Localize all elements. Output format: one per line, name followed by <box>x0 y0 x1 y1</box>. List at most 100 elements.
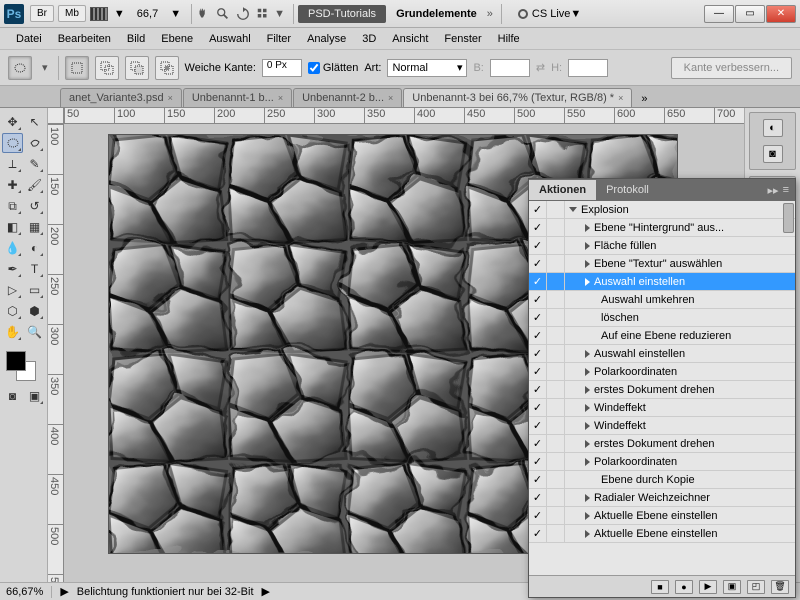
document-tab-3[interactable]: Unbenannt-3 bei 66,7% (Textur, RGB/8) *× <box>403 88 632 107</box>
lasso-tool[interactable] <box>24 133 45 153</box>
actions-list[interactable]: ✓Explosion✓Ebene "Hintergrund" aus...✓Fl… <box>529 201 795 575</box>
ruler-horizontal[interactable]: 5010015020025030035040045050055060065070… <box>64 108 744 124</box>
action-row[interactable]: ✓Fläche füllen <box>529 237 795 255</box>
action-toggle-checkbox[interactable]: ✓ <box>529 363 547 380</box>
action-dialog-toggle[interactable] <box>547 525 565 542</box>
brush-tool[interactable]: 🖌 <box>24 175 45 195</box>
action-row[interactable]: ✓Auswahl umkehren <box>529 291 795 309</box>
layout-chevron[interactable]: ▼ <box>108 8 131 20</box>
eyedropper-tool[interactable]: ✎ <box>24 154 45 174</box>
minimize-button[interactable]: — <box>704 5 734 23</box>
menu-bearbeiten[interactable]: Bearbeiten <box>50 30 119 48</box>
bridge-button[interactable]: Br <box>30 5 54 22</box>
tab-protokoll[interactable]: Protokoll <box>596 180 659 200</box>
action-toggle-checkbox[interactable]: ✓ <box>529 417 547 434</box>
selection-subtract-icon[interactable] <box>125 56 149 80</box>
action-toggle-checkbox[interactable]: ✓ <box>529 201 547 218</box>
selection-new-icon[interactable] <box>65 56 89 80</box>
action-dialog-toggle[interactable] <box>547 471 565 488</box>
color-swatches[interactable] <box>2 349 42 385</box>
action-dialog-toggle[interactable] <box>547 291 565 308</box>
3d-tool[interactable]: ⬡ <box>2 301 23 321</box>
action-toggle-checkbox[interactable]: ✓ <box>529 237 547 254</box>
zoom-tool[interactable]: 🔍 <box>24 322 45 342</box>
action-dialog-toggle[interactable] <box>547 381 565 398</box>
selection-intersect-icon[interactable] <box>155 56 179 80</box>
action-row[interactable]: ✓Ebene "Textur" auswählen <box>529 255 795 273</box>
eraser-tool[interactable]: ◧ <box>2 217 23 237</box>
action-toggle-checkbox[interactable]: ✓ <box>529 327 547 344</box>
tabs-overflow-icon[interactable]: » <box>637 91 651 107</box>
new-action-button[interactable]: ◰ <box>747 580 765 594</box>
action-toggle-checkbox[interactable]: ✓ <box>529 489 547 506</box>
action-row[interactable]: ✓erstes Dokument drehen <box>529 435 795 453</box>
action-row[interactable]: ✓löschen <box>529 309 795 327</box>
action-row[interactable]: ✓Aktuelle Ebene einstellen <box>529 507 795 525</box>
shape-tool[interactable]: ▭ <box>24 280 45 300</box>
action-toggle-checkbox[interactable]: ✓ <box>529 219 547 236</box>
move-arrow-tool[interactable]: ↖ <box>24 112 45 132</box>
menu-auswahl[interactable]: Auswahl <box>201 30 259 48</box>
action-row[interactable]: ✓Radialer Weichzeichner <box>529 489 795 507</box>
tab-aktionen[interactable]: Aktionen <box>529 180 596 200</box>
marquee-tool-icon[interactable] <box>8 56 32 80</box>
dock-color-icon[interactable]: ◐ <box>763 119 783 137</box>
cs-live[interactable]: CS Live ▼ <box>518 8 581 20</box>
action-dialog-toggle[interactable] <box>547 345 565 362</box>
blur-tool[interactable]: 💧 <box>2 238 23 258</box>
action-row[interactable]: ✓Auswahl einstellen <box>529 273 795 291</box>
action-row[interactable]: ✓erstes Dokument drehen <box>529 381 795 399</box>
menu-hilfe[interactable]: Hilfe <box>490 30 528 48</box>
zoom-chevron[interactable]: ▼ <box>164 8 187 20</box>
action-row[interactable]: ✓Windeffekt <box>529 399 795 417</box>
action-row[interactable]: ✓Polarkoordinaten <box>529 363 795 381</box>
history-brush-tool[interactable]: ↺ <box>24 196 45 216</box>
zoom-icon[interactable] <box>216 7 230 21</box>
layout-icon[interactable] <box>90 7 108 21</box>
maximize-button[interactable]: ▭ <box>735 5 765 23</box>
action-dialog-toggle[interactable] <box>547 417 565 434</box>
action-row[interactable]: ✓Aktuelle Ebene einstellen <box>529 525 795 543</box>
status-chevron[interactable]: ▶ <box>262 585 270 598</box>
action-row[interactable]: ✓Polarkoordinaten <box>529 453 795 471</box>
action-toggle-checkbox[interactable]: ✓ <box>529 525 547 542</box>
action-toggle-checkbox[interactable]: ✓ <box>529 435 547 452</box>
panel-collapse-icon[interactable]: ▸▸ <box>768 184 779 197</box>
document-tab-1[interactable]: Unbenannt-1 b...× <box>183 88 292 107</box>
healing-tool[interactable]: ✚ <box>2 175 23 195</box>
zoom-display[interactable]: 66,7 <box>131 8 164 20</box>
workspace-branded[interactable]: PSD-Tutorials <box>298 5 386 23</box>
marquee-tool[interactable] <box>2 133 23 153</box>
action-toggle-checkbox[interactable]: ✓ <box>529 309 547 326</box>
path-select-tool[interactable]: ▷ <box>2 280 23 300</box>
action-dialog-toggle[interactable] <box>547 309 565 326</box>
action-toggle-checkbox[interactable]: ✓ <box>529 255 547 272</box>
action-dialog-toggle[interactable] <box>547 273 565 290</box>
grid-icon[interactable] <box>256 7 270 21</box>
close-tab-icon[interactable]: × <box>618 93 623 103</box>
selection-add-icon[interactable] <box>95 56 119 80</box>
antialias-checkbox[interactable]: Glätten <box>308 62 358 74</box>
action-row[interactable]: ✓Windeffekt <box>529 417 795 435</box>
refine-edge-button[interactable]: Kante verbessern... <box>671 57 792 79</box>
record-button[interactable]: ● <box>675 580 693 594</box>
close-button[interactable]: ✕ <box>766 5 796 23</box>
action-dialog-toggle[interactable] <box>547 435 565 452</box>
foreground-color-swatch[interactable] <box>6 351 26 371</box>
gradient-tool[interactable]: ▦ <box>24 217 45 237</box>
style-select[interactable]: Normal▾ <box>387 59 467 77</box>
minibridge-button[interactable]: Mb <box>58 5 86 22</box>
close-tab-icon[interactable]: × <box>278 93 283 103</box>
close-tab-icon[interactable]: × <box>388 93 393 103</box>
workspace-more-icon[interactable]: » <box>483 8 497 20</box>
action-row[interactable]: ✓Auswahl einstellen <box>529 345 795 363</box>
stamp-tool[interactable]: ⧉ <box>2 196 23 216</box>
new-set-button[interactable]: ▣ <box>723 580 741 594</box>
action-dialog-toggle[interactable] <box>547 363 565 380</box>
ruler-origin[interactable] <box>48 108 64 124</box>
move-tool[interactable]: ✥ <box>2 112 23 132</box>
action-dialog-toggle[interactable] <box>547 201 565 218</box>
screenmode-tool[interactable]: ▣ <box>24 386 45 406</box>
action-dialog-toggle[interactable] <box>547 255 565 272</box>
action-toggle-checkbox[interactable]: ✓ <box>529 345 547 362</box>
